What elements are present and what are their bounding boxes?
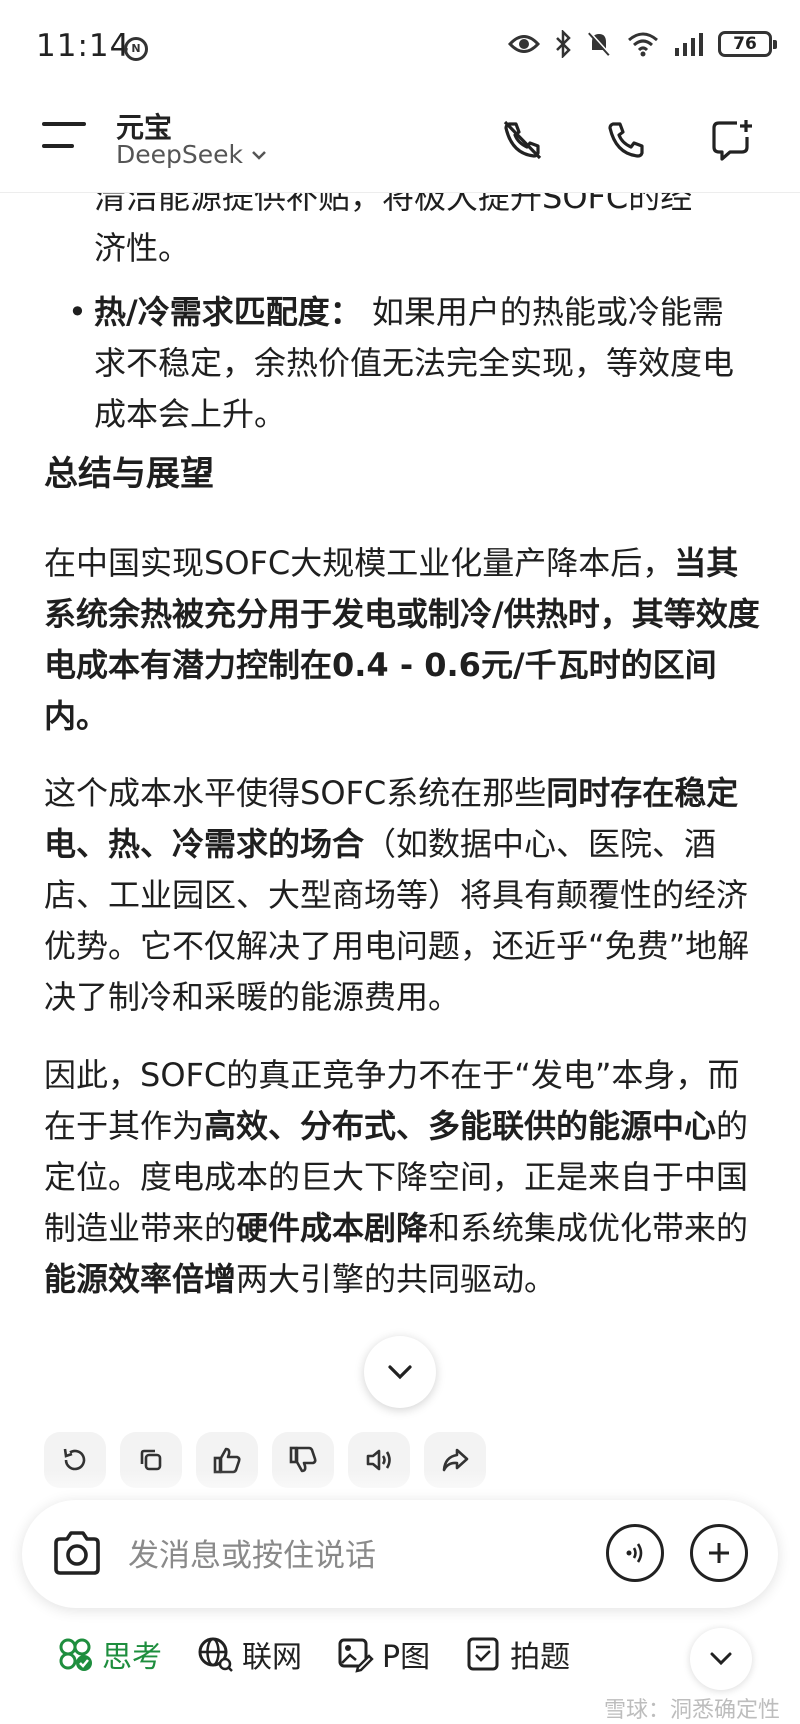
paragraph-1: 在中国实现SOFC大规模工业化量产降本后，当其系统余热被充分用于发电或制冷/供热…: [44, 538, 764, 742]
voice-wave-icon: [626, 1543, 643, 1563]
model-selector[interactable]: DeepSeek: [116, 140, 267, 169]
bullet-bold: 热/冷需求匹配度: [94, 293, 330, 331]
bluetooth-icon: [556, 30, 571, 58]
paragraph-2: 这个成本水平使得SOFC系统在那些同时存在稳定电、热、冷需求的场合（如数据中心、…: [44, 768, 764, 1023]
call-button[interactable]: [596, 110, 656, 170]
camera-icon: [54, 1531, 100, 1575]
chevron-down-icon: [710, 1652, 732, 1666]
message-input[interactable]: 发消息或按住说话: [128, 1530, 376, 1575]
watermark: 雪球：洞悉确定性: [603, 1698, 780, 1723]
signal-icon: [675, 33, 703, 56]
camera-button[interactable]: [50, 1527, 104, 1585]
status-icons: 76: [508, 30, 777, 58]
battery-icon: 76: [718, 31, 777, 57]
tool-scan-question[interactable]: 拍题: [464, 1632, 570, 1676]
app-header: 元宝 DeepSeek: [0, 92, 800, 193]
mute-call-button[interactable]: [492, 110, 552, 170]
tool-row: 思考 联网 P图 拍题: [56, 1632, 570, 1676]
status-bar: 11:14 N 76: [0, 0, 800, 92]
menu-icon[interactable]: [42, 122, 86, 158]
deep-think-icon: [59, 1638, 92, 1671]
p3-b1: 高效、分布式、多能联供的能源中心: [204, 1107, 717, 1145]
p2-n1: 这个成本水平使得SOFC系统在那些: [44, 774, 547, 812]
tool-label: 拍题: [510, 1640, 571, 1675]
tool-web-search[interactable]: 联网: [196, 1632, 302, 1676]
section-heading: 总结与展望: [44, 454, 214, 494]
new-chat-button[interactable]: [702, 110, 762, 170]
tool-label: P图: [382, 1640, 431, 1675]
chat-content: 清洁能源提供补贴，将极大提升SOFC的经 济性。 • 热/冷需求匹配度： 如果用…: [0, 150, 800, 1490]
question-scan-icon: [467, 1637, 499, 1671]
paragraph-3: 因此，SOFC的真正竞争力不在于“发电”本身，而在于其作为高效、分布式、多能联供…: [44, 1050, 764, 1305]
message-input-bar: 发消息或按住说话: [22, 1500, 778, 1608]
image-edit-icon: [338, 1638, 374, 1673]
p1-normal: 在中国实现SOFC大规模工业化量产降本后，: [44, 544, 675, 582]
status-time: 11:14: [36, 28, 131, 64]
tool-deep-think[interactable]: 思考: [56, 1632, 162, 1676]
bullet-colon: ：: [329, 293, 362, 331]
p3-b3: 能源效率倍增: [44, 1260, 237, 1298]
partial-line-2: 济性。: [94, 229, 191, 267]
scroll-to-bottom-button[interactable]: [364, 1336, 436, 1408]
model-name: DeepSeek: [116, 140, 243, 169]
plus-icon: [709, 1543, 729, 1563]
tool-label: 联网: [242, 1640, 302, 1675]
tool-image-edit[interactable]: P图: [336, 1632, 430, 1676]
wifi-icon: [628, 32, 658, 57]
globe-icon: [198, 1637, 233, 1672]
collapse-tools-button[interactable]: [690, 1628, 752, 1690]
chevron-down-icon: [252, 150, 266, 160]
bullet-heat-cold: • 热/冷需求匹配度： 如果用户的热能或冷能需求不稳定，余热价值无法完全实现，等…: [68, 287, 754, 440]
p3-n4: 两大引擎的共同驱动。: [236, 1260, 557, 1298]
mute-bell-icon: [588, 31, 611, 56]
eye-icon: [508, 35, 540, 53]
p3-b2: 硬件成本剧降: [236, 1209, 429, 1247]
p3-n3: 和系统集成优化带来的: [428, 1209, 749, 1247]
notification-icon: N: [124, 37, 148, 61]
phone-icon: [608, 122, 644, 158]
tool-label: 思考: [102, 1640, 162, 1675]
more-button[interactable]: [690, 1524, 748, 1582]
new-chat-icon: [712, 120, 752, 161]
voice-button[interactable]: [606, 1524, 664, 1582]
chevron-down-icon: [388, 1365, 412, 1380]
bullet-dot: •: [68, 293, 87, 331]
phone-off-icon: [503, 120, 542, 160]
